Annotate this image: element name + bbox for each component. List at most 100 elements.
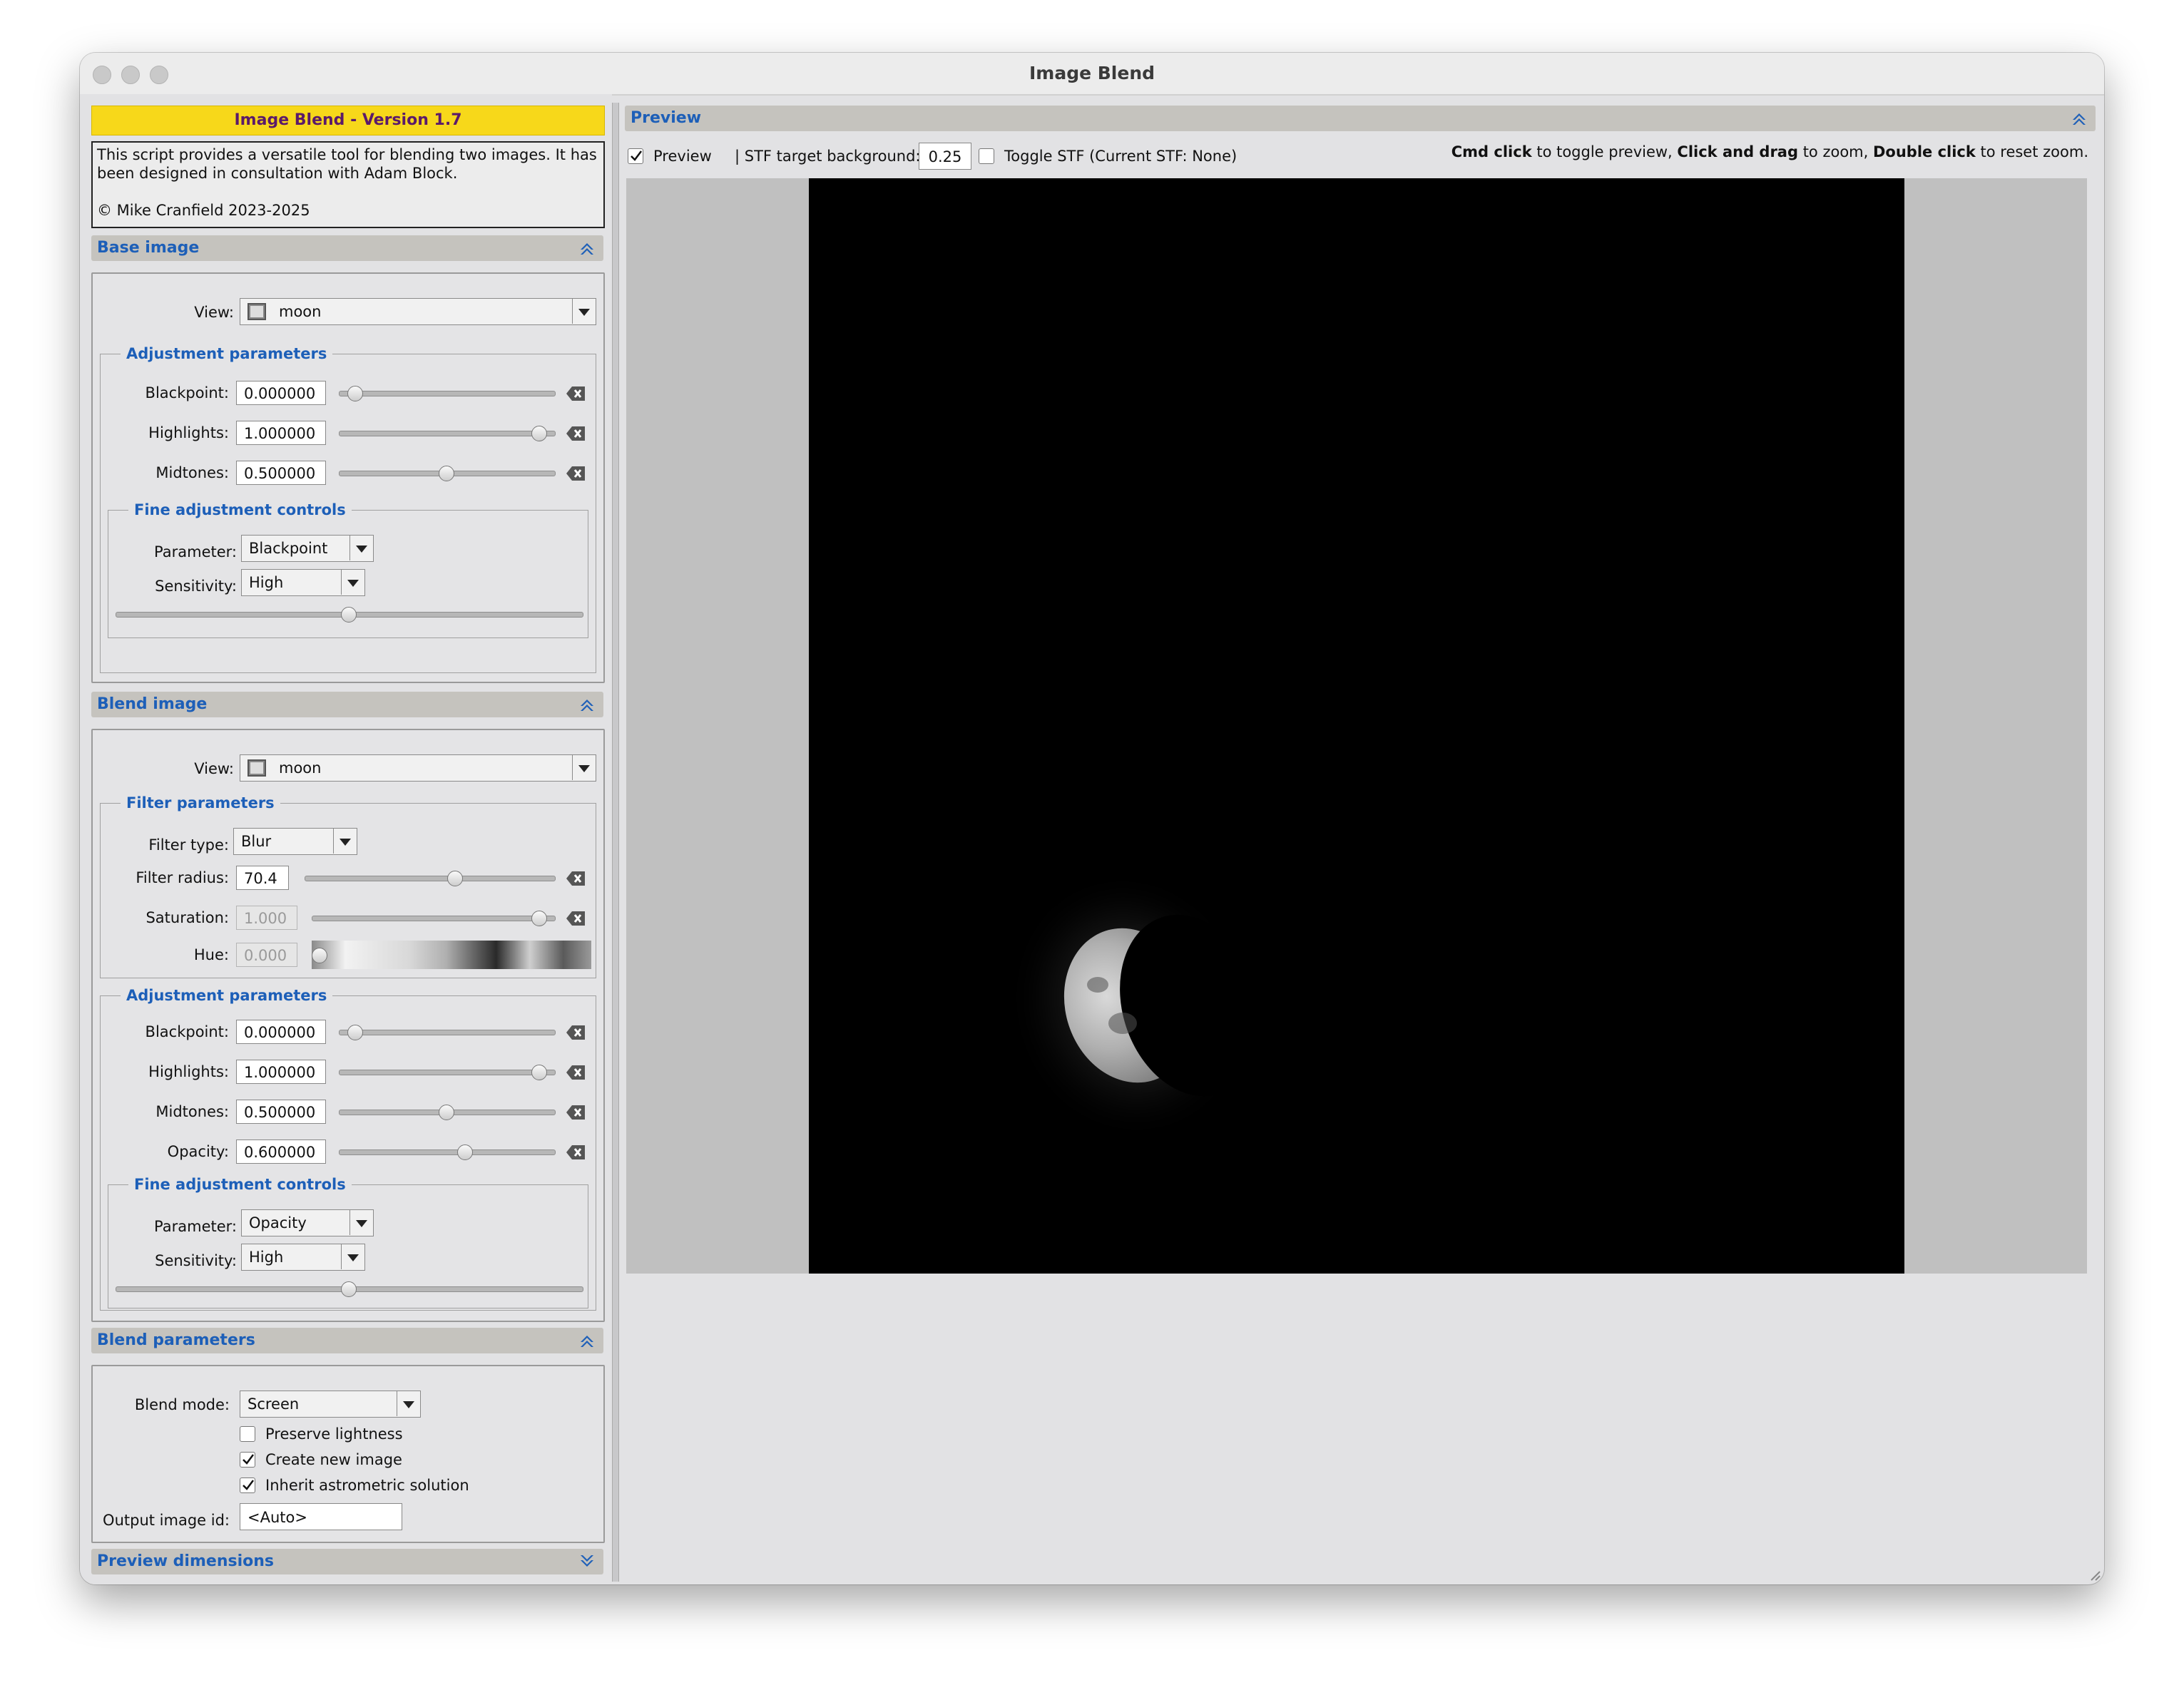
filter-radius-slider[interactable]	[305, 876, 556, 881]
base-parameter-select[interactable]: Blackpoint	[241, 535, 374, 562]
blackpoint-input[interactable]: 0.000000	[236, 381, 326, 405]
fieldset-legend: Fine adjustment controls	[128, 1175, 352, 1194]
blend-highlights-slider-handle[interactable]	[531, 1065, 547, 1080]
chevron-down-icon	[572, 755, 596, 780]
copyright-text: © Mike Cranfield 2023-2025	[97, 202, 310, 219]
window-title: Image Blend	[1029, 63, 1155, 83]
blend-midtones-slider-handle[interactable]	[439, 1105, 454, 1120]
blend-blackpoint-input[interactable]: 0.000000	[236, 1020, 326, 1044]
chevron-down-icon	[341, 1244, 364, 1269]
preview-hint: Cmd click to toggle preview, Click and d…	[1451, 141, 2088, 163]
blend-mode-value: Screen	[248, 1395, 300, 1413]
opacity-label: Opacity:	[167, 1143, 229, 1160]
highlights-input[interactable]: 1.000000	[236, 421, 326, 445]
blend-mode-select[interactable]: Screen	[240, 1391, 421, 1418]
blackpoint-slider-handle[interactable]	[347, 386, 363, 401]
sensitivity-label: Sensitivity:	[155, 1252, 237, 1269]
filter-radius-input[interactable]: 70.4	[236, 866, 289, 890]
reset-icon[interactable]	[566, 424, 587, 443]
preview-image[interactable]	[809, 178, 1904, 1274]
collapse-icon[interactable]	[2071, 111, 2087, 126]
highlights-label: Highlights:	[148, 424, 229, 441]
stf-input[interactable]: 0.25	[919, 143, 971, 170]
reset-icon[interactable]	[566, 464, 587, 483]
blend-adjustment-fieldset: Adjustment parameters Blackpoint: 0.0000…	[100, 986, 596, 1311]
toggle-stf-checkbox[interactable]	[979, 148, 994, 164]
blend-view-select[interactable]: moon	[240, 754, 596, 782]
blend-midtones-input[interactable]: 0.500000	[236, 1100, 326, 1124]
blend-highlights-slider[interactable]	[339, 1070, 556, 1075]
info-line-1: This script provides a versatile tool fo…	[97, 146, 597, 163]
section-header-blend-parameters[interactable]: Blend parameters	[91, 1328, 603, 1353]
reset-icon[interactable]	[566, 384, 587, 403]
reset-icon[interactable]	[566, 1063, 587, 1082]
parameter-value: Blackpoint	[249, 540, 328, 557]
chevron-down-icon	[349, 536, 373, 560]
chevron-down-icon	[341, 570, 364, 595]
inherit-astrometric-checkbox[interactable]	[240, 1478, 255, 1493]
base-sensitivity-select[interactable]: High	[241, 569, 365, 596]
preserve-lightness-checkbox[interactable]	[240, 1426, 255, 1442]
sensitivity-label: Sensitivity:	[155, 578, 237, 595]
blend-mode-label: Blend mode:	[134, 1396, 230, 1413]
reset-icon[interactable]	[566, 1103, 587, 1122]
blackpoint-slider[interactable]	[339, 391, 556, 396]
resize-grip-icon[interactable]	[2087, 1567, 2101, 1582]
sensitivity-value: High	[249, 1249, 284, 1266]
filter-fieldset: Filter parameters Filter type: Blur Filt…	[100, 794, 596, 978]
blend-blackpoint-slider-handle[interactable]	[347, 1025, 363, 1040]
filter-type-select[interactable]: Blur	[233, 828, 357, 855]
highlights-slider[interactable]	[339, 431, 556, 436]
section-header-base-image[interactable]: Base image	[91, 235, 603, 261]
blend-highlights-input[interactable]: 1.000000	[236, 1060, 326, 1084]
section-header-blend-image[interactable]: Blend image	[91, 692, 603, 717]
create-new-image-checkbox[interactable]	[240, 1452, 255, 1468]
blend-blackpoint-slider[interactable]	[339, 1030, 556, 1035]
section-title: Blend parameters	[97, 1331, 255, 1349]
opacity-input[interactable]: 0.600000	[236, 1140, 326, 1164]
fieldset-legend: Filter parameters	[121, 794, 280, 812]
section-header-preview-dimensions[interactable]: Preview dimensions	[91, 1549, 603, 1574]
opacity-slider[interactable]	[339, 1149, 556, 1155]
filter-type-value: Blur	[241, 833, 272, 850]
highlights-slider-handle[interactable]	[531, 426, 547, 441]
blend-parameter-select[interactable]: Opacity	[241, 1209, 374, 1236]
reset-icon[interactable]	[566, 869, 587, 888]
version-banner: Image Blend - Version 1.7	[91, 106, 605, 135]
hue-slider[interactable]	[312, 941, 591, 969]
filter-radius-slider-handle[interactable]	[447, 871, 463, 886]
saturation-slider-handle[interactable]	[531, 911, 547, 926]
midtones-slider-handle[interactable]	[439, 466, 454, 481]
base-view-select[interactable]: moon	[240, 298, 596, 325]
opacity-slider-handle[interactable]	[457, 1144, 473, 1160]
blend-fine-slider-handle[interactable]	[341, 1281, 357, 1297]
info-line-2: been designed in consultation with Adam …	[97, 165, 458, 182]
filter-radius-label: Filter radius:	[136, 869, 229, 886]
parameter-value: Opacity	[249, 1214, 307, 1231]
hue-slider-handle[interactable]	[312, 948, 327, 963]
blend-sensitivity-select[interactable]: High	[241, 1244, 365, 1271]
filter-type-label: Filter type:	[148, 836, 229, 854]
hint-drag-tail: to zoom,	[1798, 143, 1873, 160]
expand-icon[interactable]	[579, 1554, 595, 1569]
collapse-icon[interactable]	[579, 240, 595, 256]
reset-icon[interactable]	[566, 1023, 587, 1042]
collapse-icon[interactable]	[579, 697, 595, 712]
reset-icon[interactable]	[566, 909, 587, 928]
panel-splitter[interactable]	[612, 103, 619, 1582]
collapse-icon[interactable]	[579, 1333, 595, 1348]
hue-input[interactable]: 0.000	[236, 943, 297, 967]
midtones-input[interactable]: 0.500000	[236, 461, 326, 485]
output-id-input[interactable]: <Auto>	[240, 1503, 402, 1530]
hue-label: Hue:	[193, 946, 229, 963]
saturation-slider[interactable]	[312, 916, 556, 921]
view-label: View:	[194, 760, 234, 777]
parameter-label: Parameter:	[154, 543, 237, 560]
saturation-input[interactable]: 1.000	[236, 906, 297, 930]
stf-label: | STF target background:	[735, 148, 921, 165]
section-header-preview[interactable]: Preview	[625, 106, 2096, 131]
base-fine-slider-handle[interactable]	[341, 607, 357, 623]
preview-checkbox[interactable]	[628, 148, 643, 164]
reset-icon[interactable]	[566, 1143, 587, 1162]
highlights-label: Highlights:	[148, 1063, 229, 1080]
